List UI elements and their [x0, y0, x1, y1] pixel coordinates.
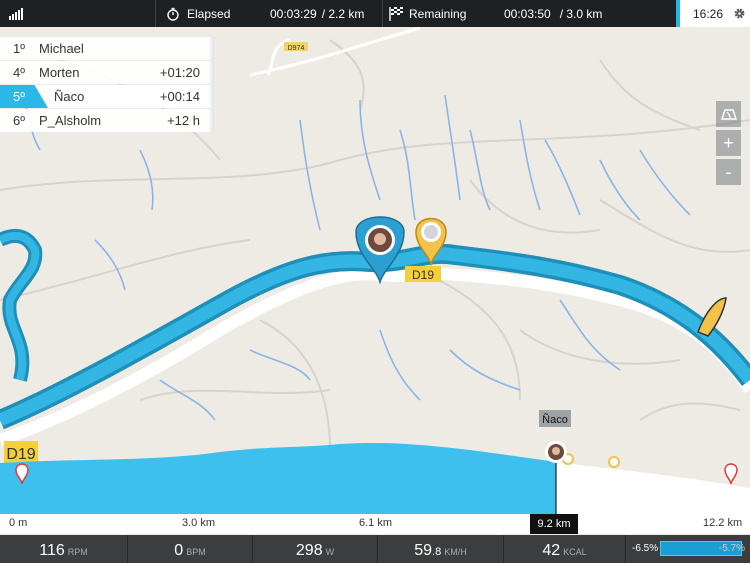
leaderboard-row[interactable]: 4º Morten +01:20 [0, 61, 214, 84]
svg-text:D19: D19 [412, 268, 434, 282]
speed-value-int: 59 [414, 542, 433, 559]
stopwatch-icon [167, 7, 179, 21]
map-controls: + - [716, 101, 741, 188]
leaderboard-row[interactable]: 6º P_Alsholm +12 h [0, 109, 214, 132]
heart-rate-stat: 0 BPM [128, 535, 253, 563]
current-distance-marker: 9.2 km [530, 514, 578, 534]
rider-name: P_Alsholm [39, 113, 102, 128]
signal-icon [9, 8, 23, 20]
distance-tick: 3.0 km [182, 517, 216, 529]
heart-rate-unit: BPM [186, 547, 206, 557]
calories-unit: KCAL [563, 547, 587, 557]
power-stat: 298 W [253, 535, 378, 563]
cadence-value: 116 [39, 542, 65, 559]
map-layers-icon [720, 109, 737, 120]
remaining-distance: / 3.0 km [559, 6, 603, 21]
leaderboard-row-current[interactable]: 5º Ñaco +00:14 [0, 85, 214, 108]
road-label-d19: D19 [405, 266, 441, 282]
remaining-time: 00:03:50 [504, 6, 551, 21]
speed-unit: KM/H [444, 547, 467, 557]
clock-time: 16:26 [693, 7, 724, 21]
top-status-bar: Elapsed 00:03:29 / 2.2 km Remaining 00:0… [0, 0, 750, 27]
speed-value-dec: .8 [432, 546, 442, 558]
stats-bar: 116 RPM 0 BPM 298 W 59.8 KM/H 42 KCAL -6… [0, 535, 750, 563]
gear-icon[interactable] [733, 7, 746, 20]
power-value: 298 [295, 542, 323, 559]
svg-text:D19: D19 [6, 446, 35, 463]
rank: 4º [13, 65, 25, 80]
cadence-unit: RPM [67, 547, 88, 557]
leaderboard-row[interactable]: 1º Michael [0, 37, 214, 60]
grade-current: -6.5% [632, 543, 659, 554]
distance-tick: 6.1 km [359, 517, 393, 529]
rank: 6º [13, 113, 25, 128]
rider-name: Ñaco [54, 89, 85, 104]
self-pin-small [545, 441, 567, 463]
elapsed-values: 00:03:29 / 2.2 km [270, 0, 364, 27]
remaining-label: Remaining [409, 6, 467, 21]
checkered-flag-icon [389, 7, 403, 21]
distance-axis: 0 m 3.0 km 6.1 km 12.2 km 9.2 km [0, 514, 750, 534]
heart-rate-value: 0 [174, 542, 184, 559]
map-mode-button[interactable] [716, 101, 741, 127]
rider-name: Michael [39, 41, 84, 56]
road-label-d19-left: D19 [4, 441, 38, 463]
svg-text:Ñaco: Ñaco [542, 413, 568, 426]
speed-stat: 59.8 KM/H [378, 535, 504, 563]
calories-value: 42 [542, 542, 561, 559]
calories-stat: 42 KCAL [504, 535, 626, 563]
zoom-out-button[interactable]: - [716, 159, 741, 185]
rank: 1º [13, 41, 25, 56]
svg-text:D974: D974 [288, 45, 305, 52]
time-gap: +01:20 [159, 65, 200, 80]
elapsed-label: Elapsed [187, 6, 231, 21]
leaderboard: 1º Michael 4º Morten +01:20 5º Ñaco +00:… [0, 37, 214, 133]
time-gap: +12 h [167, 113, 200, 128]
elapsed-time: 00:03:29 [270, 6, 317, 21]
clock-box: 16:26 [676, 0, 750, 27]
distance-tick: 12.2 km [703, 517, 743, 529]
time-gap: +00:14 [159, 89, 200, 104]
zoom-in-button[interactable]: + [716, 130, 741, 156]
remaining-section: Remaining [388, 0, 466, 27]
rider-name-tag: Ñaco [539, 410, 571, 427]
cadence-stat: 116 RPM [0, 535, 128, 563]
power-unit: W [325, 547, 335, 557]
elapsed-distance: / 2.2 km [321, 6, 365, 21]
road-label-d974: D974 [284, 42, 308, 52]
remaining-values: 00:03:50 / 3.0 km [504, 0, 602, 27]
distance-tick: 0 m [9, 517, 28, 529]
grade-next: -5.7% [718, 543, 745, 554]
rider-name: Morten [39, 65, 80, 80]
elapsed-section: Elapsed [166, 0, 230, 27]
rank: 5º [13, 89, 25, 104]
grade-stat: -6.5% -5.7% [626, 535, 750, 563]
